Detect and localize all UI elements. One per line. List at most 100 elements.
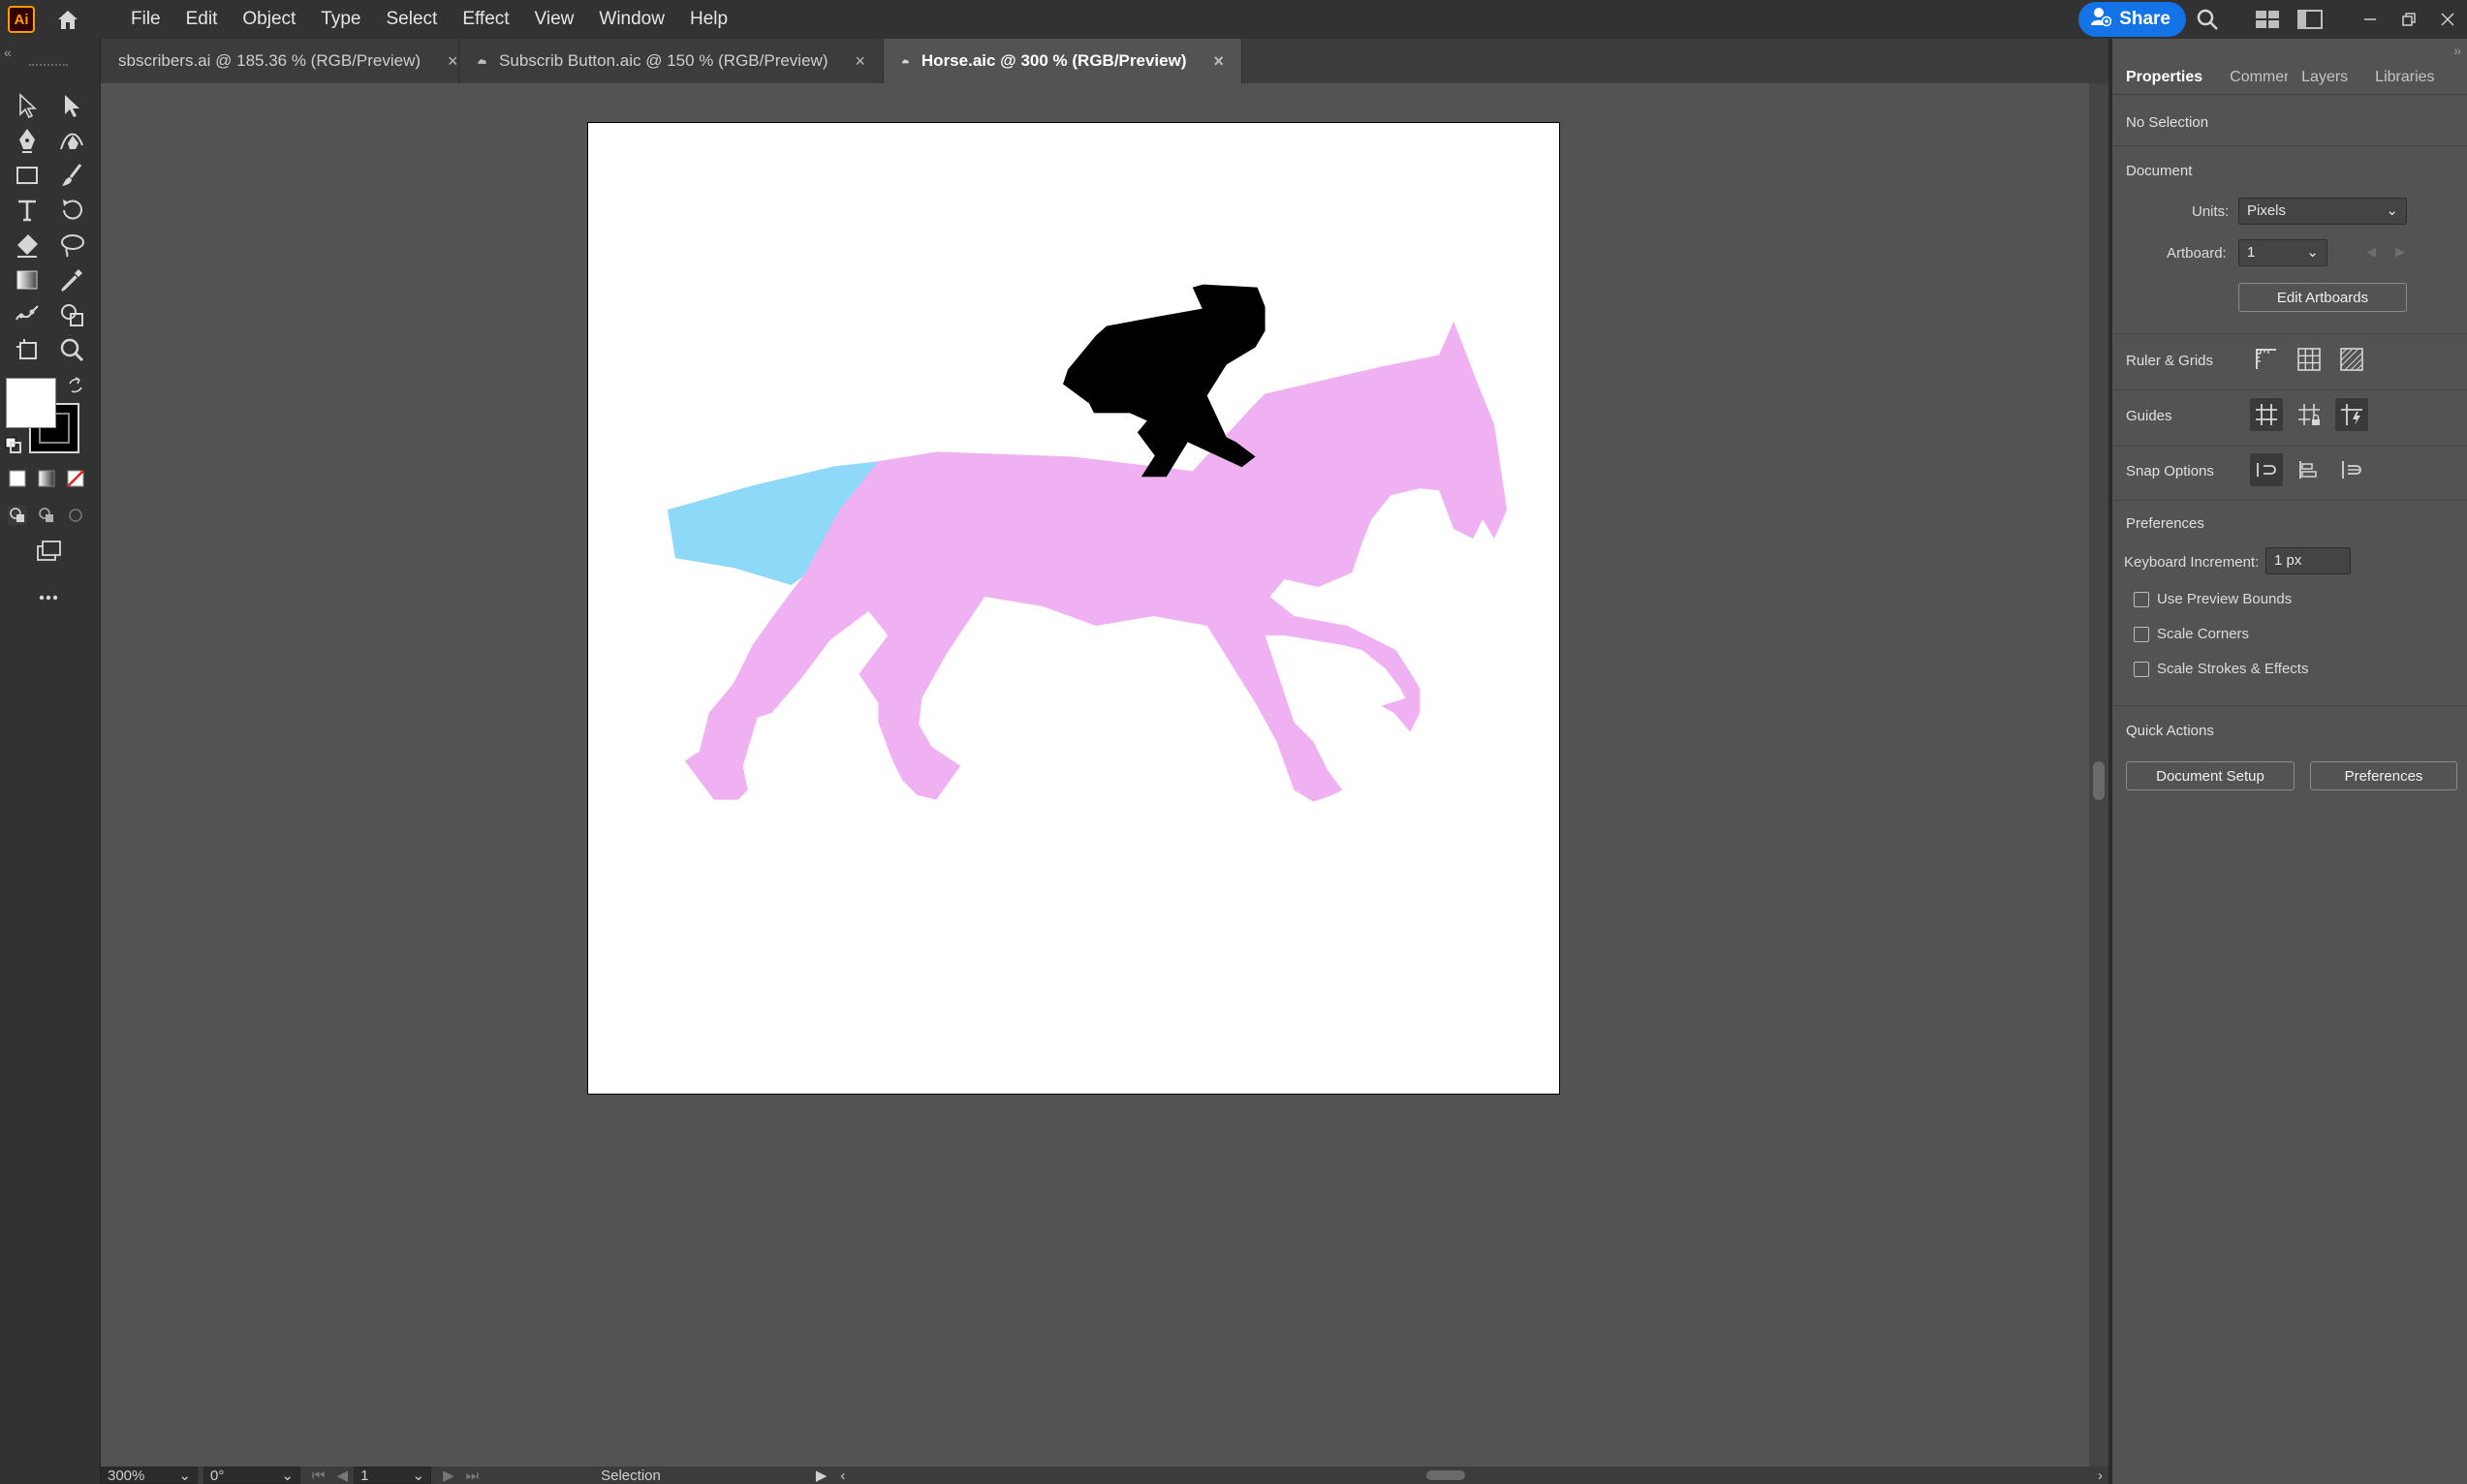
last-artboard-icon[interactable]: ⏭ xyxy=(466,1468,480,1484)
puppet-warp-tool-icon[interactable] xyxy=(8,298,47,331)
next-artboard-icon[interactable]: ▶ xyxy=(2395,244,2405,260)
scale-strokes-effects-checkbox[interactable] xyxy=(2134,661,2149,677)
snap-to-pixel-icon[interactable] xyxy=(2293,453,2326,486)
rider-shape[interactable] xyxy=(1063,284,1265,478)
horizontal-scroll-thumb[interactable] xyxy=(1426,1470,1466,1480)
eyedropper-tool-icon[interactable] xyxy=(52,263,91,296)
none-mode-icon[interactable] xyxy=(66,469,85,488)
eraser-tool-icon[interactable] xyxy=(8,229,47,262)
menu-type[interactable]: Type xyxy=(308,0,373,39)
collapse-panel-icon[interactable]: » xyxy=(2453,43,2461,58)
tab-properties[interactable]: Properties xyxy=(2112,60,2216,94)
document-tab-active[interactable]: Horse.aic @ 300 % (RGB/Preview) × xyxy=(884,39,1242,83)
rotate-tool-icon[interactable] xyxy=(52,194,91,227)
scale-corners-checkbox[interactable] xyxy=(2134,626,2149,642)
grid-icon[interactable] xyxy=(2293,343,2326,376)
artboard[interactable] xyxy=(587,122,1560,1095)
menu-view[interactable]: View xyxy=(522,0,587,39)
zoom-tool-icon[interactable] xyxy=(52,333,91,366)
scale-corners-row[interactable]: Scale Corners xyxy=(2134,626,2249,642)
preferences-button[interactable]: Preferences xyxy=(2310,761,2457,790)
smart-guides-icon[interactable] xyxy=(2335,398,2368,431)
menu-object[interactable]: Object xyxy=(230,0,308,39)
canvas[interactable] xyxy=(101,83,2089,1467)
rotation-dropdown-icon[interactable]: ⌄ xyxy=(281,1467,294,1484)
restore-icon[interactable] xyxy=(2389,5,2428,34)
edit-artboards-button[interactable]: Edit Artboards xyxy=(2238,283,2407,312)
document-tab[interactable]: sbscribers.ai @ 185.36 % (RGB/Preview) × xyxy=(101,39,459,83)
workspace-switcher-icon[interactable] xyxy=(2246,0,2289,39)
rectangle-tool-icon[interactable] xyxy=(8,159,47,192)
vertical-scroll-thumb[interactable] xyxy=(2093,761,2105,800)
rulers-icon[interactable] xyxy=(2250,343,2283,376)
zoom-level-field[interactable]: 300% ⌄ xyxy=(101,1467,198,1484)
show-guides-icon[interactable] xyxy=(2250,398,2283,431)
use-preview-bounds-row[interactable]: Use Preview Bounds xyxy=(2134,591,2292,607)
use-preview-bounds-checkbox[interactable] xyxy=(2134,591,2149,607)
tab-close-icon[interactable]: × xyxy=(855,51,865,72)
lasso-tool-icon[interactable] xyxy=(52,229,91,262)
artboard-navigation-field[interactable]: 1 ⌄ xyxy=(354,1467,432,1484)
transparency-grid-icon[interactable] xyxy=(2335,343,2368,376)
gradient-mode-icon[interactable] xyxy=(37,469,56,488)
next-artboard-icon[interactable]: ▶ xyxy=(443,1467,454,1484)
home-icon[interactable] xyxy=(48,0,87,39)
artboard-dropdown[interactable]: 1 ⌄ xyxy=(2238,239,2327,266)
draw-normal-icon[interactable] xyxy=(8,506,27,525)
menu-window[interactable]: Window xyxy=(586,0,677,39)
lock-guides-icon[interactable] xyxy=(2293,398,2326,431)
status-menu-icon[interactable]: ▶ xyxy=(816,1467,828,1484)
rotation-field[interactable]: 0° ⌄ xyxy=(203,1467,300,1484)
draw-behind-icon[interactable] xyxy=(37,506,56,525)
tab-comments[interactable]: Comment xyxy=(2216,60,2288,94)
minimize-icon[interactable] xyxy=(2351,5,2389,34)
search-icon[interactable] xyxy=(2186,0,2229,39)
tab-close-icon[interactable]: × xyxy=(448,51,458,72)
tab-libraries[interactable]: Libraries xyxy=(2361,60,2448,94)
artboard-tool-icon[interactable] xyxy=(8,333,47,366)
fill-color-swatch[interactable] xyxy=(6,378,56,428)
horse-artwork[interactable] xyxy=(588,123,1559,1094)
shape-builder-tool-icon[interactable] xyxy=(52,298,91,331)
menu-select[interactable]: Select xyxy=(374,0,451,39)
units-dropdown[interactable]: Pixels ⌄ xyxy=(2238,198,2407,225)
tab-layers[interactable]: Layers xyxy=(2288,60,2361,94)
menu-file[interactable]: File xyxy=(118,0,173,39)
collapse-toolbar-icon[interactable]: « xyxy=(4,45,12,60)
default-fill-stroke-icon[interactable] xyxy=(4,436,23,455)
curvature-tool-icon[interactable] xyxy=(52,124,91,157)
tab-close-icon[interactable]: × xyxy=(1213,51,1224,72)
menu-effect[interactable]: Effect xyxy=(450,0,521,39)
snap-to-point-icon[interactable] xyxy=(2250,453,2283,486)
scroll-right-icon[interactable]: › xyxy=(2098,1468,2103,1484)
share-button[interactable]: Share xyxy=(2078,2,2186,37)
document-setup-button[interactable]: Document Setup xyxy=(2126,761,2295,790)
paintbrush-tool-icon[interactable] xyxy=(52,159,91,192)
pen-tool-icon[interactable] xyxy=(8,124,47,157)
vertical-scrollbar[interactable] xyxy=(2089,83,2108,1467)
gradient-tool-icon[interactable] xyxy=(8,263,47,296)
arrange-documents-icon[interactable] xyxy=(2289,0,2331,39)
zoom-dropdown-icon[interactable]: ⌄ xyxy=(178,1467,191,1484)
direct-selection-tool-icon[interactable] xyxy=(52,89,91,122)
artboard-dropdown-icon[interactable]: ⌄ xyxy=(412,1467,424,1484)
menu-help[interactable]: Help xyxy=(677,0,740,39)
scroll-left-icon[interactable]: ‹ xyxy=(840,1468,845,1484)
color-mode-icon[interactable] xyxy=(8,469,27,488)
close-window-icon[interactable] xyxy=(2428,5,2467,34)
keyboard-increment-input[interactable]: 1 px xyxy=(2265,547,2351,574)
first-artboard-icon[interactable]: ⏮ xyxy=(312,1468,326,1484)
menu-edit[interactable]: Edit xyxy=(173,0,231,39)
edit-toolbar-more-icon[interactable] xyxy=(29,581,68,614)
previous-artboard-icon[interactable]: ◀ xyxy=(2366,244,2376,260)
document-tab[interactable]: Subscrib Button.aic @ 150 % (RGB/Preview… xyxy=(459,39,884,83)
type-tool-icon[interactable] xyxy=(8,194,47,227)
change-screen-mode-icon[interactable] xyxy=(29,535,68,568)
swap-fill-stroke-icon[interactable] xyxy=(66,376,85,395)
selection-tool-icon[interactable] xyxy=(8,89,47,122)
toolbar-grip[interactable] xyxy=(29,64,68,68)
snap-to-glyph-icon[interactable] xyxy=(2335,453,2368,486)
draw-inside-icon[interactable] xyxy=(66,506,85,525)
scale-strokes-effects-row[interactable]: Scale Strokes & Effects xyxy=(2134,661,2308,677)
previous-artboard-icon[interactable]: ◀ xyxy=(337,1467,349,1484)
